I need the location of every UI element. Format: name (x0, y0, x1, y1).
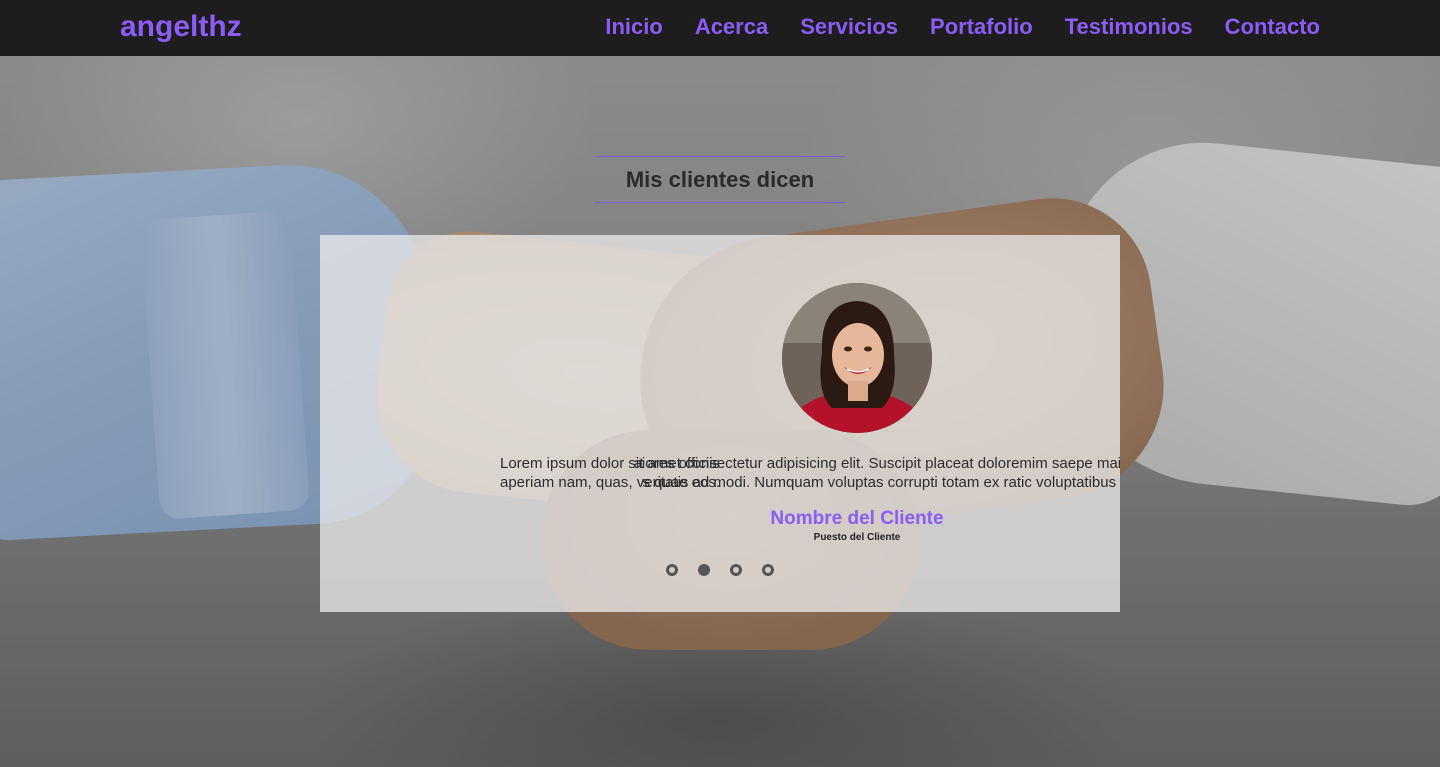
nav-link-portafolio[interactable]: Portafolio (930, 14, 1033, 40)
quote-line-2: aperiam nam, quas, veritatis ad modi. Nu… (500, 474, 1120, 491)
nav-link-testimonios[interactable]: Testimonios (1065, 14, 1193, 40)
nav-link-inicio[interactable]: Inicio (605, 14, 662, 40)
carousel-dot-3[interactable] (730, 564, 742, 576)
client-role: Puesto del Cliente (813, 532, 901, 543)
carousel-dot-4[interactable] (762, 564, 774, 576)
nav-link-servicios[interactable]: Servicios (800, 14, 898, 40)
nav-link-acerca[interactable]: Acerca (695, 14, 768, 40)
quote-line-1: Lorem ipsum dolor sit amet consectetur a… (500, 455, 1120, 472)
nav-link-contacto[interactable]: Contacto (1225, 14, 1320, 40)
brand-logo[interactable]: angelthz (120, 10, 242, 44)
site-header: angelthz Inicio Acerca Servicios Portafo… (0, 0, 1440, 56)
testimonial-quote: Lorem ipsum dolor sit amet consectetur a… (500, 454, 1120, 492)
section-title: Mis clientes dicen (595, 156, 845, 203)
testimonial-carousel[interactable]: aiores officiis s quae eos. Lorem ipsum … (320, 235, 1120, 612)
client-avatar (782, 283, 932, 433)
carousel-dot-1[interactable] (666, 564, 678, 576)
client-portrait (782, 283, 932, 433)
carousel-pagination (666, 564, 774, 576)
client-name: Nombre del Cliente (770, 508, 944, 529)
main-nav: Inicio Acerca Servicios Portafolio Testi… (605, 14, 1320, 40)
carousel-dot-2[interactable] (698, 564, 710, 576)
